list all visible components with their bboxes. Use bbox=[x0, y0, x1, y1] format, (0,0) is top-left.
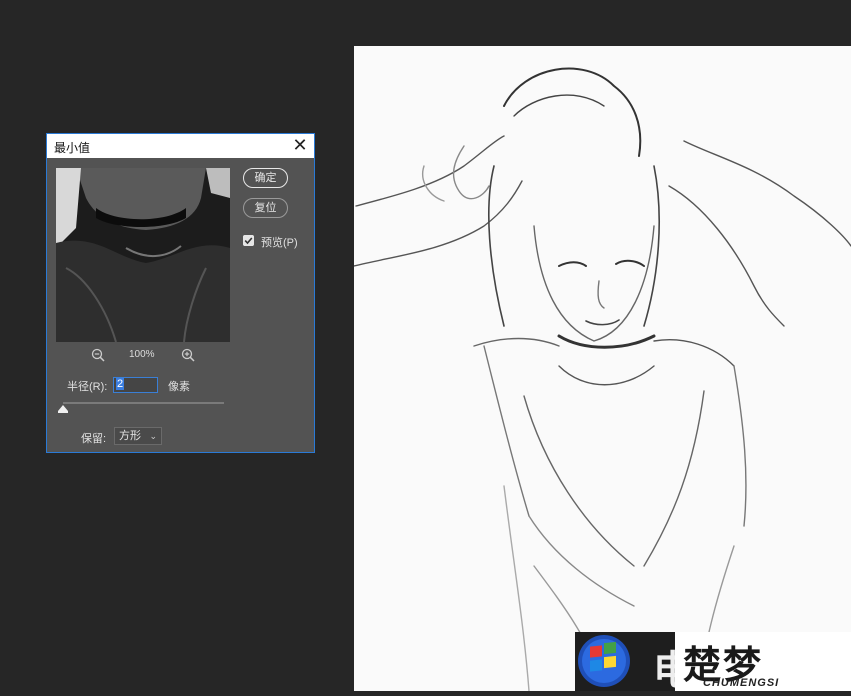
filter-preview[interactable] bbox=[56, 168, 230, 342]
preserve-label: 保留: bbox=[81, 433, 107, 445]
dialog-titlebar[interactable]: 最小值 ✕ bbox=[47, 134, 314, 158]
radius-label: 半径(R): bbox=[67, 381, 108, 393]
zoom-in-icon[interactable] bbox=[181, 348, 195, 362]
zoom-out-icon[interactable] bbox=[91, 348, 105, 362]
document-canvas[interactable] bbox=[354, 46, 851, 691]
preview-checkbox-label[interactable]: 预览(P) bbox=[261, 234, 298, 250]
radius-unit: 像素 bbox=[168, 381, 190, 393]
sketch-image bbox=[354, 67, 851, 691]
chevron-down-icon: ⌄ bbox=[149, 431, 157, 441]
dialog-title: 最小值 bbox=[54, 141, 91, 155]
reset-button[interactable]: 复位 bbox=[243, 198, 288, 218]
watermark-brand-en: CHUMENGSI bbox=[703, 677, 780, 689]
preview-image bbox=[56, 168, 230, 342]
radius-input[interactable]: 2 bbox=[113, 377, 158, 393]
preserve-select[interactable]: 方形 ⌄ bbox=[114, 427, 162, 445]
radius-value[interactable]: 2 bbox=[116, 378, 125, 390]
photoshop-workspace: 最小值 ✕ 100% 确定 复位 预览(P) 半径(R): 2 像素 保留: 方… bbox=[0, 0, 851, 694]
watermark: 电 楚梦 CHUMENGSI bbox=[575, 632, 851, 694]
slider-thumb-icon[interactable] bbox=[58, 405, 68, 413]
radius-slider[interactable] bbox=[63, 402, 224, 404]
ok-button[interactable]: 确定 bbox=[243, 168, 288, 188]
zoom-level: 100% bbox=[129, 349, 155, 360]
preserve-value: 方形 bbox=[119, 430, 141, 442]
close-icon[interactable]: ✕ bbox=[290, 135, 310, 155]
windows-logo-icon bbox=[578, 635, 630, 687]
checkbox-checked-icon[interactable] bbox=[243, 235, 254, 246]
minimum-filter-dialog: 最小值 ✕ 100% 确定 复位 预览(P) 半径(R): 2 像素 保留: 方… bbox=[46, 133, 315, 453]
